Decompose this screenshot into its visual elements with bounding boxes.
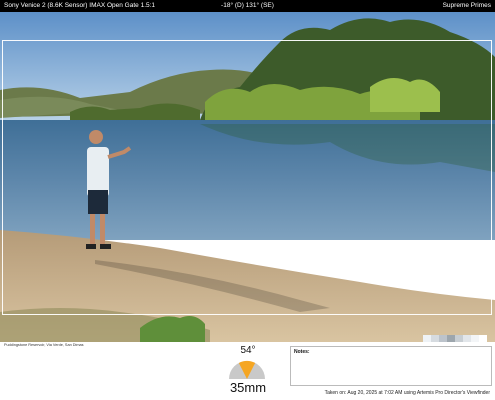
angle-of-view: 54°	[240, 345, 256, 356]
swatch	[439, 335, 447, 342]
tilt-heading-info: -18° (D) 131° (SE)	[221, 2, 274, 9]
swatch	[471, 335, 479, 342]
capture-details: Taken on: Aug 20, 2025 at 7:02 AM using …	[324, 390, 490, 396]
notes-label: Notes:	[294, 349, 310, 355]
swatch	[431, 335, 439, 342]
swatch	[479, 335, 487, 342]
location-text: Puddingstone Reservoir, Via Verde, San D…	[4, 343, 84, 347]
lakeside-scene	[0, 12, 495, 342]
lens-set-info: Supreme Primes	[442, 2, 491, 9]
angle-gauge-icon	[229, 360, 265, 379]
swatch	[455, 335, 463, 342]
swatch	[463, 335, 471, 342]
info-bar: Sony Venice 2 (8.6K Sensor) IMAX Open Ga…	[0, 0, 495, 12]
notes-box[interactable]: Notes:	[290, 346, 492, 386]
focal-length: 35mm	[229, 380, 267, 395]
viewfinder-photo	[0, 12, 495, 342]
swatch	[423, 335, 431, 342]
swatch	[447, 335, 455, 342]
color-swatches	[423, 335, 487, 342]
